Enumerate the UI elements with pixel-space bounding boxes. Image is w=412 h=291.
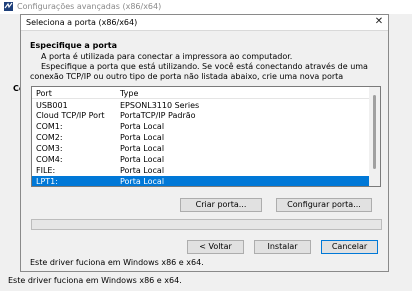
instruction-line-1: A porta é utilizada para conectar a impr… bbox=[41, 52, 293, 61]
create-port-button[interactable]: Criar porta... bbox=[180, 198, 262, 212]
port-type: Porta Local bbox=[120, 155, 165, 164]
list-item-selected[interactable]: LPT1: Porta Local bbox=[32, 176, 370, 186]
port-type: PortaTCP/IP Padrão bbox=[120, 111, 196, 120]
select-port-dialog: Seleciona a porta (x86/x64) ✕ Especifiqu… bbox=[20, 14, 389, 272]
port-type: Porta Local bbox=[120, 133, 165, 142]
outer-footer-text: Este driver fuciona em Windows x86 e x64… bbox=[8, 276, 182, 285]
port-name: COM4: bbox=[36, 155, 63, 164]
list-item[interactable]: USB001 EPSONL3110 Series bbox=[32, 100, 370, 110]
outer-window-body-left: Co bbox=[0, 14, 24, 264]
column-header-port[interactable]: Port bbox=[36, 89, 52, 98]
list-scrollbar[interactable] bbox=[369, 87, 380, 186]
port-name: COM3: bbox=[36, 144, 63, 153]
port-type: Porta Local bbox=[120, 166, 165, 175]
port-name: FILE: bbox=[36, 166, 56, 175]
driver-compat-text: Este driver fuciona em Windows x86 e x64… bbox=[30, 258, 204, 267]
outer-window-body-right bbox=[389, 14, 412, 264]
back-button[interactable]: < Voltar bbox=[187, 240, 244, 254]
install-button[interactable]: Instalar bbox=[254, 240, 311, 254]
list-item[interactable]: COM4: Porta Local bbox=[32, 154, 370, 164]
outer-window-titlebar: Configurações avançadas (x86/x64) bbox=[0, 0, 412, 14]
list-item[interactable]: COM2: Porta Local bbox=[32, 132, 370, 142]
list-item[interactable]: Cloud TCP/IP Port PortaTCP/IP Padrão bbox=[32, 110, 370, 120]
close-icon[interactable]: ✕ bbox=[373, 16, 385, 28]
dialog-title: Seleciona a porta (x86/x64) bbox=[26, 18, 138, 27]
section-heading: Especifique a porta bbox=[30, 41, 117, 50]
list-item[interactable]: COM1: Porta Local bbox=[32, 121, 370, 131]
instruction-line-2: Especifique a porta que está utilizando.… bbox=[41, 62, 368, 71]
printer-app-icon bbox=[4, 2, 13, 11]
port-name: Cloud TCP/IP Port bbox=[36, 111, 105, 120]
list-item[interactable]: FILE: Porta Local bbox=[32, 165, 370, 175]
progress-bar bbox=[31, 219, 382, 230]
port-name: COM2: bbox=[36, 133, 63, 142]
port-name: USB001 bbox=[36, 101, 68, 110]
port-type: Porta Local bbox=[120, 144, 165, 153]
list-header: Port Type bbox=[32, 87, 370, 99]
port-name: LPT1: bbox=[36, 177, 58, 186]
port-listbox[interactable]: Port Type USB001 EPSONL3110 Series Cloud… bbox=[31, 86, 381, 187]
port-type: Porta Local bbox=[120, 177, 165, 186]
outer-window-title: Configurações avançadas (x86/x64) bbox=[17, 2, 162, 11]
cancel-button[interactable]: Cancelar bbox=[321, 240, 378, 254]
list-item[interactable]: COM3: Porta Local bbox=[32, 143, 370, 153]
dialog-titlebar: Seleciona a porta (x86/x64) ✕ bbox=[21, 15, 388, 31]
port-type: Porta Local bbox=[120, 122, 165, 131]
port-type: EPSONL3110 Series bbox=[120, 101, 200, 110]
port-name: COM1: bbox=[36, 122, 63, 131]
instruction-line-3: conexão TCP/IP ou outro tipo de porta nã… bbox=[30, 72, 344, 81]
column-header-type[interactable]: Type bbox=[120, 89, 138, 98]
configure-port-button[interactable]: Configurar porta... bbox=[276, 198, 372, 212]
scrollbar-thumb[interactable] bbox=[373, 95, 376, 169]
